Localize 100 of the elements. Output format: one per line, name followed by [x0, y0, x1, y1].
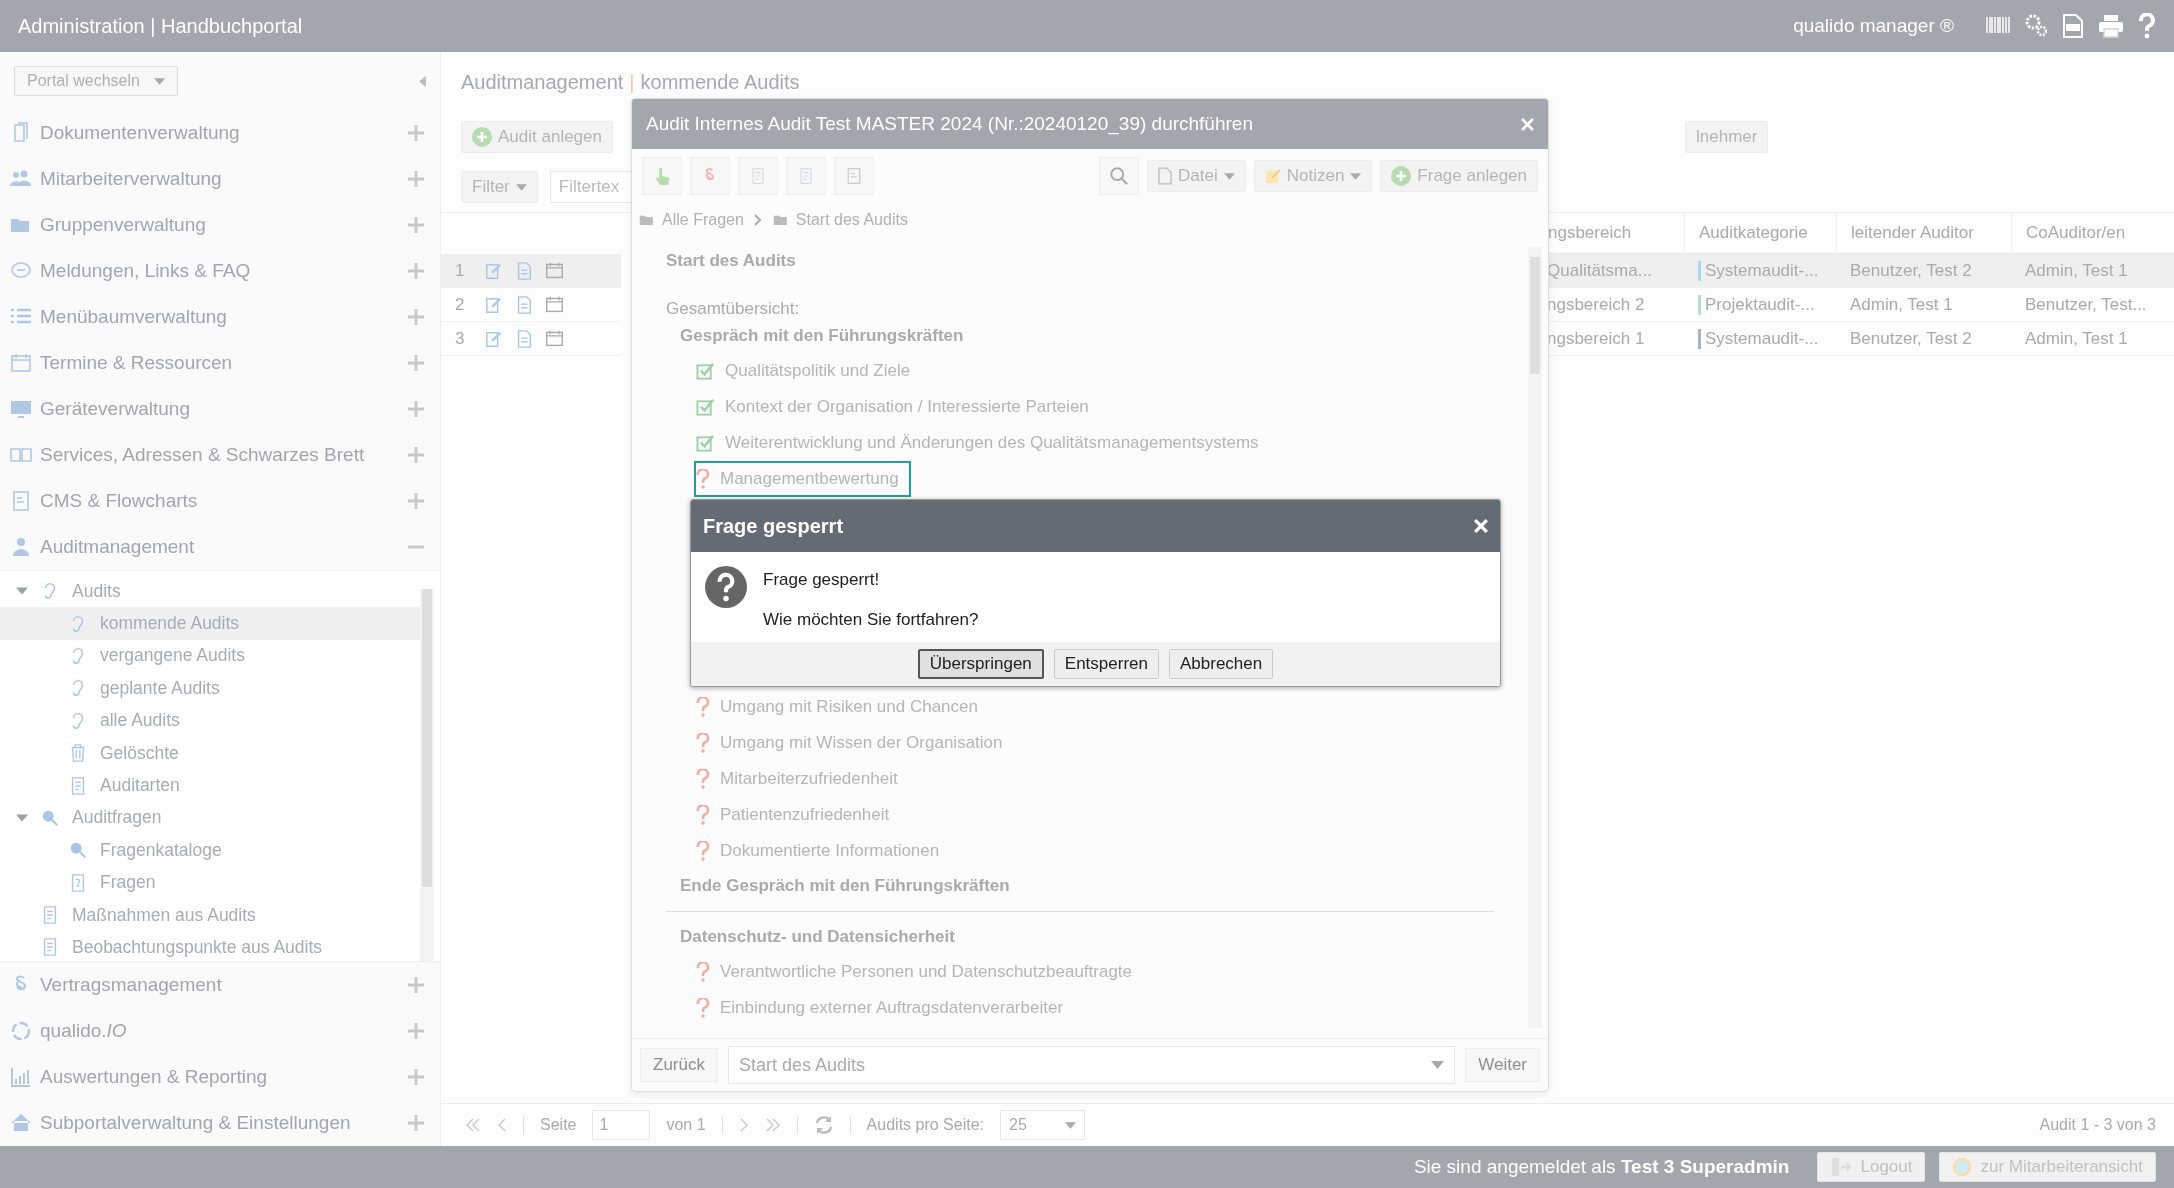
breadcrumb-link[interactable]: Alle Fragen [638, 211, 744, 229]
question-link[interactable]: Patientenzufriedenheit [694, 797, 902, 833]
tree-item[interactable]: vergangene Audits [0, 639, 420, 673]
calendar-icon[interactable] [545, 261, 564, 280]
nav-item[interactable]: Vertragsmanagement [0, 962, 440, 1008]
tree-item[interactable]: kommende Audits [0, 607, 420, 640]
filter-dropdown[interactable]: Filter [461, 171, 538, 203]
first-page-icon[interactable] [465, 1118, 481, 1132]
tree-item[interactable]: Auditfragen [0, 801, 420, 835]
dialog-button[interactable]: Entsperren [1053, 649, 1159, 679]
expand-plus-icon[interactable] [408, 125, 424, 141]
collapse-icon[interactable] [419, 75, 426, 87]
question-link[interactable]: Kontext der Organisation / Interessierte Parteien [694, 389, 1101, 425]
question-link[interactable]: Managementbewertung [694, 461, 911, 497]
question-link[interactable]: Mitarbeiterzufriedenheit [694, 761, 910, 797]
barcode-icon[interactable] [1986, 16, 2010, 36]
checklist-button[interactable] [834, 157, 874, 195]
expand-plus-icon[interactable] [408, 1115, 424, 1131]
file-button[interactable] [786, 157, 826, 195]
refresh-icon[interactable] [813, 1115, 834, 1135]
nav-item[interactable]: Mitarbeiterverwaltung [0, 156, 440, 202]
section-sign-button[interactable] [690, 157, 730, 195]
next-page-icon[interactable] [738, 1118, 749, 1132]
expand-plus-icon[interactable] [408, 977, 424, 993]
add-question-button[interactable]: Frage anlegen [1380, 160, 1538, 192]
expand-plus-icon[interactable] [408, 263, 424, 279]
question-link[interactable]: Verantwortliche Personen und Datenschutzbeauftragte [694, 954, 1145, 990]
scrollbar[interactable] [1528, 247, 1542, 1028]
tree-item[interactable]: Beobachtungspunkte aus Audits [0, 931, 420, 964]
caret-icon [1065, 1121, 1076, 1129]
tree-item[interactable]: Fragen [0, 866, 420, 899]
table-cell: Qualitätsma... [1547, 254, 1684, 288]
document-icon[interactable] [515, 329, 533, 348]
calendar-icon[interactable] [545, 295, 564, 314]
search-button[interactable] [1099, 157, 1140, 195]
nav-item[interactable]: Geräteverwaltung [0, 386, 440, 432]
section-end-label: Ende Gespräch mit den Führungskräften [680, 875, 1011, 897]
document-icon[interactable] [515, 295, 533, 314]
breadcrumb-link[interactable]: Start des Audits [771, 211, 908, 229]
dialog-button[interactable]: Überspringen [917, 649, 1044, 679]
expand-plus-icon[interactable] [408, 447, 424, 463]
question-link[interactable]: Umgang mit Wissen der Organisation [694, 725, 1015, 761]
nav-item[interactable]: Auswertungen & Reporting [0, 1054, 440, 1100]
table-cell: Systemaudit-... [1684, 322, 1836, 356]
scrollbar[interactable] [420, 589, 434, 961]
nav-item[interactable]: Gruppenverwaltung [0, 202, 440, 248]
notes-menu-button[interactable]: Notizen [1253, 160, 1373, 192]
expand-plus-icon[interactable] [408, 217, 424, 233]
spreadsheet-file-icon[interactable] [2062, 14, 2084, 38]
tree-item[interactable]: Auditarten [0, 769, 420, 802]
tree-item[interactable]: Audits [0, 575, 420, 608]
document-button[interactable] [738, 157, 778, 195]
previous-page-icon[interactable] [497, 1118, 507, 1132]
step-dropdown[interactable]: Start des Audits [727, 1046, 1456, 1084]
printer-icon[interactable] [2098, 14, 2124, 38]
close-icon[interactable] [1474, 519, 1488, 533]
close-icon[interactable] [1521, 117, 1534, 131]
expand-plus-icon[interactable] [408, 355, 424, 371]
tree-item[interactable]: Fragenkataloge [0, 834, 420, 867]
expand-plus-icon[interactable] [408, 401, 424, 417]
page-input[interactable]: 1 [592, 1110, 651, 1140]
tree-item[interactable]: Maßnahmen aus Audits [0, 898, 420, 932]
add-audit-button[interactable]: Audit anlegen [461, 121, 613, 153]
nav-item[interactable]: Auditmanagement [0, 524, 440, 570]
expand-plus-icon[interactable] [408, 309, 424, 325]
document-icon[interactable] [515, 261, 533, 280]
toolbar-button[interactable]: lnehmer [1685, 121, 1769, 153]
expand-plus-icon[interactable] [408, 1023, 424, 1039]
question-link[interactable]: Dokumentierte Informationen [694, 833, 952, 869]
file-menu-button[interactable]: Datei [1147, 160, 1246, 192]
expand-plus-icon[interactable] [408, 493, 424, 509]
nav-item[interactable]: CMS & Flowcharts [0, 478, 440, 524]
help-icon[interactable] [2138, 13, 2156, 39]
nav-item[interactable]: Meldungen, Links & FAQ [0, 248, 440, 294]
question-link[interactable]: Weiterentwicklung und Änderungen des Qualitätsmanagementsystems [694, 425, 1271, 461]
page-size-dropdown[interactable]: 25 [1000, 1110, 1085, 1140]
page-size-label: Audits pro Seite: [866, 1116, 984, 1134]
nav-item[interactable]: qualido.IO [0, 1008, 440, 1054]
dialog-button[interactable]: Abbrechen [1169, 649, 1274, 679]
edit-icon[interactable] [485, 261, 503, 280]
nav-item[interactable]: Termine & Ressourcen [0, 340, 440, 386]
last-page-icon[interactable] [764, 1118, 781, 1132]
tree-item[interactable]: alle Audits [0, 704, 420, 737]
nav-item[interactable]: Menübaumverwaltung [0, 294, 440, 340]
tree-item[interactable]: Gelöschte [0, 736, 420, 770]
question-link[interactable]: Qualitätspolitik und Ziele [694, 353, 923, 389]
caret-icon[interactable] [16, 811, 28, 824]
edit-icon[interactable] [485, 295, 503, 314]
calendar-icon[interactable] [545, 329, 564, 348]
expand-plus-icon[interactable] [408, 1069, 424, 1085]
question-link[interactable]: Einbindung externer Auftragsdatenverarbeiter [694, 990, 1076, 1026]
edit-icon[interactable] [485, 329, 503, 348]
question-link[interactable]: Umgang mit Risiken und Chancen [694, 689, 990, 725]
portal-switch-dropdown[interactable]: Portal wechseln [14, 66, 178, 96]
expand-plus-icon[interactable] [408, 171, 424, 187]
hand-pointer-button[interactable] [642, 157, 682, 195]
nav-item[interactable]: Subportalverwaltung & Einstellungen [0, 1100, 440, 1146]
nav-item[interactable]: Services, Adressen & Schwarzes Brett [0, 432, 440, 478]
nav-item[interactable]: Dokumentenverwaltung [0, 110, 440, 156]
tree-item[interactable]: geplante Audits [0, 672, 420, 705]
